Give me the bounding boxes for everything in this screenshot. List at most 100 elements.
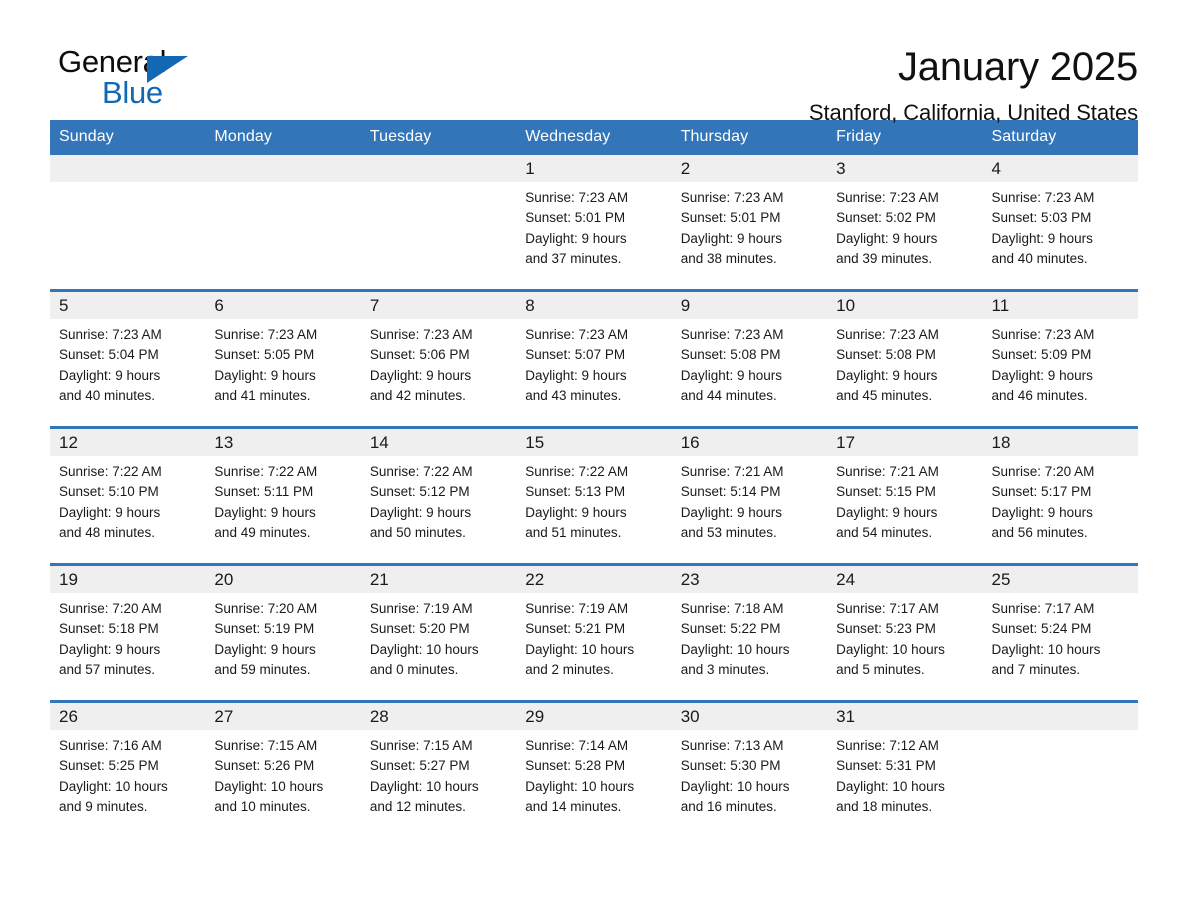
- day-number: 3: [827, 155, 983, 182]
- calendar-week-row: 19 Sunrise: 7:20 AM Sunset: 5:18 PM Dayligh…: [50, 563, 1138, 681]
- sunrise-text: Sunrise: 7:23 AM: [836, 190, 939, 205]
- sunrise-text: Sunrise: 7:15 AM: [369, 738, 473, 753]
- calendar-day-cell[interactable]: 14 Sunrise: 7:22 AM Sunset: 5:12 PM Dayligh…: [360, 429, 517, 541]
- calendar-day-cell[interactable]: 28 Sunrise: 7:15 AM Sunset: 5:27 PM Dayligh…: [360, 703, 517, 815]
- generalblue-logo: General Blue: [50, 44, 210, 114]
- day-number: 5: [50, 292, 206, 319]
- calendar-day-cell[interactable]: 1 Sunrise: 7:23 AM Sunset: 5:01 PM Daylight…: [516, 155, 672, 267]
- calendar-day-cell[interactable]: 15 Sunrise: 7:22 AM Sunset: 5:13 PM Dayligh…: [516, 429, 672, 541]
- calendar-cell: [50, 155, 206, 267]
- calendar-day-cell[interactable]: 2 Sunrise: 7:23 AM Sunset: 5:01 PM Daylight…: [671, 155, 828, 267]
- day-number: [50, 155, 206, 182]
- sunset-text: Sunset: 5:20 PM: [369, 621, 470, 637]
- page-header: General Blue January 2025 Stanford, Cali…: [50, 0, 1138, 125]
- calendar-day-cell-empty: [205, 155, 361, 267]
- day-details: Sunrise: 7:14 AM Sunset: 5:28 PM Daylight:…: [516, 730, 671, 818]
- daylight-text-line1: Daylight: 10 hours: [214, 778, 324, 794]
- calendar-day-cell[interactable]: 16 Sunrise: 7:21 AM Sunset: 5:14 PM Dayligh…: [671, 429, 828, 541]
- day-number: 28: [360, 703, 517, 730]
- day-number: 9: [671, 292, 828, 319]
- sunset-text: Sunset: 5:17 PM: [991, 484, 1092, 500]
- calendar-day-cell[interactable]: 22 Sunrise: 7:19 AM Sunset: 5:21 PM Dayligh…: [516, 566, 672, 678]
- daylight-text-line1: Daylight: 9 hours: [369, 367, 472, 383]
- sunrise-text: Sunrise: 7:22 AM: [59, 464, 162, 479]
- day-number: [205, 155, 361, 182]
- day-details: Sunrise: 7:23 AM Sunset: 5:04 PM Daylight:…: [50, 319, 205, 407]
- sunset-text: Sunset: 5:01 PM: [680, 210, 781, 226]
- sunset-text: Sunset: 5:31 PM: [836, 758, 936, 774]
- calendar-cell: 12 Sunrise: 7:22 AM Sunset: 5:10 PM Dayligh…: [50, 426, 206, 541]
- calendar-cell: 8 Sunrise: 7:23 AM Sunset: 5:07 PM Daylight…: [516, 289, 672, 407]
- day-details: Sunrise: 7:23 AM Sunset: 5:08 PM Daylight:…: [672, 319, 827, 407]
- sunset-text: Sunset: 5:13 PM: [525, 484, 626, 500]
- calendar-day-cell[interactable]: 24 Sunrise: 7:17 AM Sunset: 5:23 PM Dayligh…: [827, 566, 983, 681]
- calendar-day-cell[interactable]: 26 Sunrise: 7:16 AM Sunset: 5:25 PM Dayligh…: [50, 703, 206, 815]
- sunrise-text: Sunrise: 7:19 AM: [369, 601, 473, 616]
- day-number: 1: [516, 155, 672, 182]
- day-number: 25: [982, 566, 1138, 593]
- week-spacer: [50, 678, 1138, 702]
- calendar-day-cell[interactable]: 9 Sunrise: 7:23 AM Sunset: 5:08 PM Daylight…: [671, 292, 828, 407]
- calendar-cell: 10 Sunrise: 7:23 AM Sunset: 5:08 PM Dayligh…: [827, 289, 983, 404]
- daylight-text-line1: Daylight: 10 hours: [525, 641, 635, 657]
- calendar-day-cell[interactable]: 6 Sunrise: 7:23 AM Sunset: 5:05 PM Daylight…: [205, 292, 361, 404]
- sunset-text: Sunset: 5:01 PM: [525, 210, 626, 226]
- day-number: 26: [50, 703, 206, 730]
- sunset-text: Sunset: 5:19 PM: [214, 621, 315, 637]
- calendar-day-cell[interactable]: 29 Sunrise: 7:14 AM Sunset: 5:28 PM Dayligh…: [516, 703, 672, 818]
- daylight-text-line1: Daylight: 9 hours: [680, 230, 782, 246]
- calendar-day-cell[interactable]: 27 Sunrise: 7:15 AM Sunset: 5:26 PM Dayligh…: [205, 703, 361, 815]
- sunrise-sunset-calendar-table: Sunday Monday Tuesday Wednesday Thursday…: [50, 120, 1138, 815]
- calendar-day-cell-empty: [982, 703, 1138, 815]
- calendar-day-cell[interactable]: 8 Sunrise: 7:23 AM Sunset: 5:07 PM Daylight…: [516, 292, 672, 407]
- day-details: Sunrise: 7:23 AM Sunset: 5:07 PM Daylight:…: [516, 319, 671, 407]
- calendar-day-cell[interactable]: 5 Sunrise: 7:23 AM Sunset: 5:04 PM Daylight…: [50, 292, 206, 407]
- day-number: [982, 703, 1138, 730]
- calendar-cell: 11 Sunrise: 7:23 AM Sunset: 5:09 PM Dayligh…: [982, 289, 1138, 404]
- day-number: 6: [205, 292, 361, 319]
- calendar-day-cell-empty: [360, 155, 517, 267]
- calendar-day-cell[interactable]: 31 Sunrise: 7:12 AM Sunset: 5:31 PM Dayligh…: [827, 703, 983, 815]
- calendar-day-cell[interactable]: 19 Sunrise: 7:20 AM Sunset: 5:18 PM Dayligh…: [50, 566, 206, 678]
- day-number: 8: [516, 292, 672, 319]
- calendar-day-cell[interactable]: 11 Sunrise: 7:23 AM Sunset: 5:09 PM Dayligh…: [982, 292, 1138, 404]
- sunrise-text: Sunrise: 7:12 AM: [836, 738, 939, 753]
- calendar-week-row: 26 Sunrise: 7:16 AM Sunset: 5:25 PM Dayligh…: [50, 700, 1138, 818]
- sunrise-text: Sunrise: 7:17 AM: [991, 601, 1095, 616]
- calendar-day-cell[interactable]: 25 Sunrise: 7:17 AM Sunset: 5:24 PM Dayligh…: [982, 566, 1138, 681]
- week-spacer-row: [50, 267, 1138, 291]
- sunrise-text: Sunrise: 7:22 AM: [214, 464, 318, 479]
- calendar-day-cell[interactable]: 10 Sunrise: 7:23 AM Sunset: 5:08 PM Dayligh…: [827, 292, 983, 404]
- calendar-cell: 14 Sunrise: 7:22 AM Sunset: 5:12 PM Dayligh…: [360, 426, 517, 541]
- calendar-day-cell[interactable]: 3 Sunrise: 7:23 AM Sunset: 5:02 PM Daylight…: [827, 155, 983, 270]
- calendar-cell: 15 Sunrise: 7:22 AM Sunset: 5:13 PM Dayligh…: [516, 426, 672, 541]
- day-details: Sunrise: 7:23 AM Sunset: 5:02 PM Daylight:…: [827, 182, 982, 270]
- sunset-text: Sunset: 5:11 PM: [214, 484, 314, 500]
- calendar-cell: 7 Sunrise: 7:23 AM Sunset: 5:06 PM Daylight…: [360, 289, 517, 404]
- calendar-day-cell[interactable]: 18 Sunrise: 7:20 AM Sunset: 5:17 PM Dayligh…: [982, 429, 1138, 541]
- day-details: Sunrise: 7:19 AM Sunset: 5:20 PM Daylight:…: [361, 593, 516, 681]
- calendar-day-cell[interactable]: 30 Sunrise: 7:13 AM Sunset: 5:30 PM Dayligh…: [671, 703, 828, 815]
- daylight-text-line1: Daylight: 9 hours: [680, 504, 782, 520]
- day-details: Sunrise: 7:17 AM Sunset: 5:23 PM Daylight:…: [827, 593, 982, 681]
- calendar-day-cell[interactable]: 4 Sunrise: 7:23 AM Sunset: 5:03 PM Daylight…: [982, 155, 1138, 270]
- day-number: 24: [827, 566, 983, 593]
- daylight-text-line1: Daylight: 9 hours: [59, 641, 161, 657]
- calendar-day-cell[interactable]: 12 Sunrise: 7:22 AM Sunset: 5:10 PM Dayligh…: [50, 429, 206, 541]
- daylight-text-line1: Daylight: 9 hours: [525, 504, 627, 520]
- sunrise-text: Sunrise: 7:19 AM: [525, 601, 629, 616]
- calendar-cell: 20 Sunrise: 7:20 AM Sunset: 5:19 PM Dayligh…: [205, 563, 361, 678]
- day-number: 23: [671, 566, 828, 593]
- day-details: Sunrise: 7:23 AM Sunset: 5:03 PM Daylight:…: [983, 182, 1138, 270]
- sunrise-text: Sunrise: 7:20 AM: [991, 464, 1095, 479]
- day-details: Sunrise: 7:17 AM Sunset: 5:24 PM Daylight:…: [983, 593, 1138, 681]
- location-subtitle: Stanford, California, United States: [808, 100, 1138, 126]
- calendar-day-cell[interactable]: 21 Sunrise: 7:19 AM Sunset: 5:20 PM Dayligh…: [360, 566, 517, 681]
- calendar-day-cell[interactable]: 7 Sunrise: 7:23 AM Sunset: 5:06 PM Daylight…: [360, 292, 517, 404]
- calendar-day-cell[interactable]: 23 Sunrise: 7:18 AM Sunset: 5:22 PM Dayligh…: [671, 566, 828, 678]
- calendar-day-cell[interactable]: 20 Sunrise: 7:20 AM Sunset: 5:19 PM Dayligh…: [205, 566, 361, 678]
- calendar-day-cell[interactable]: 13 Sunrise: 7:22 AM Sunset: 5:11 PM Dayligh…: [205, 429, 361, 541]
- calendar-day-cell[interactable]: 17 Sunrise: 7:21 AM Sunset: 5:15 PM Dayligh…: [827, 429, 983, 544]
- sunset-text: Sunset: 5:03 PM: [991, 210, 1092, 226]
- day-details: Sunrise: 7:21 AM Sunset: 5:15 PM Daylight:…: [827, 456, 982, 544]
